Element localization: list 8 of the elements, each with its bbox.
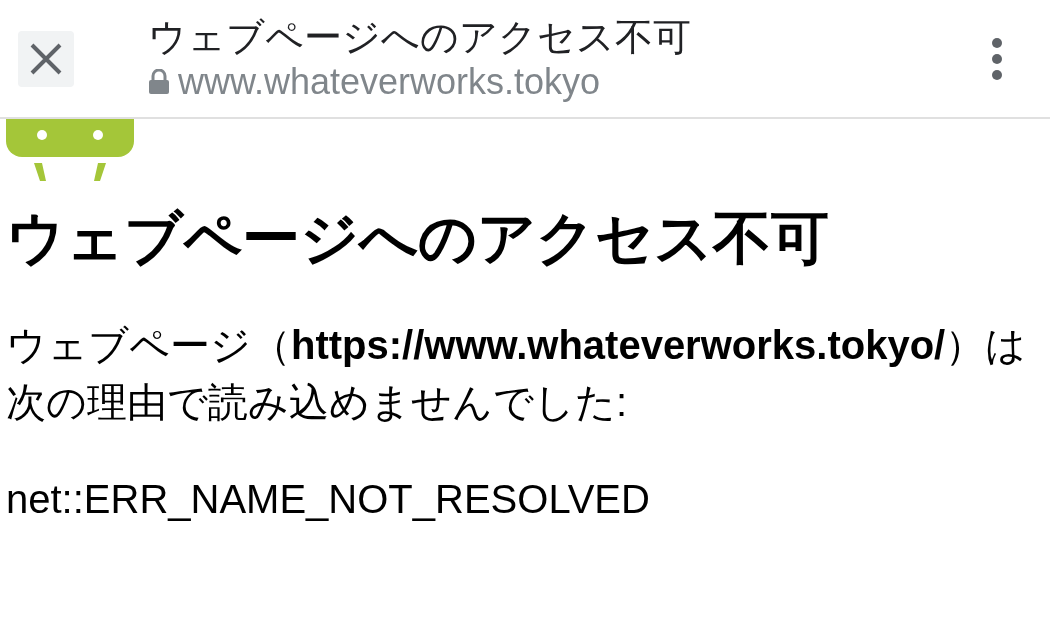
close-button[interactable] <box>18 30 74 87</box>
error-code: net::ERR_NAME_NOT_RESOLVED <box>6 476 651 523</box>
url-text: www.whateverworks.tokyo <box>178 59 601 104</box>
error-message: ウェブページ（https://www.whateverworks.tokyo/）は次の理由で読み込めませんでした: <box>6 322 1028 426</box>
page-title: ウェブページへのアクセス不可 <box>148 14 691 60</box>
more-icon <box>991 36 1003 81</box>
heading: ウェブページへのアクセス不可 <box>6 204 830 272</box>
lock-icon <box>148 68 170 95</box>
